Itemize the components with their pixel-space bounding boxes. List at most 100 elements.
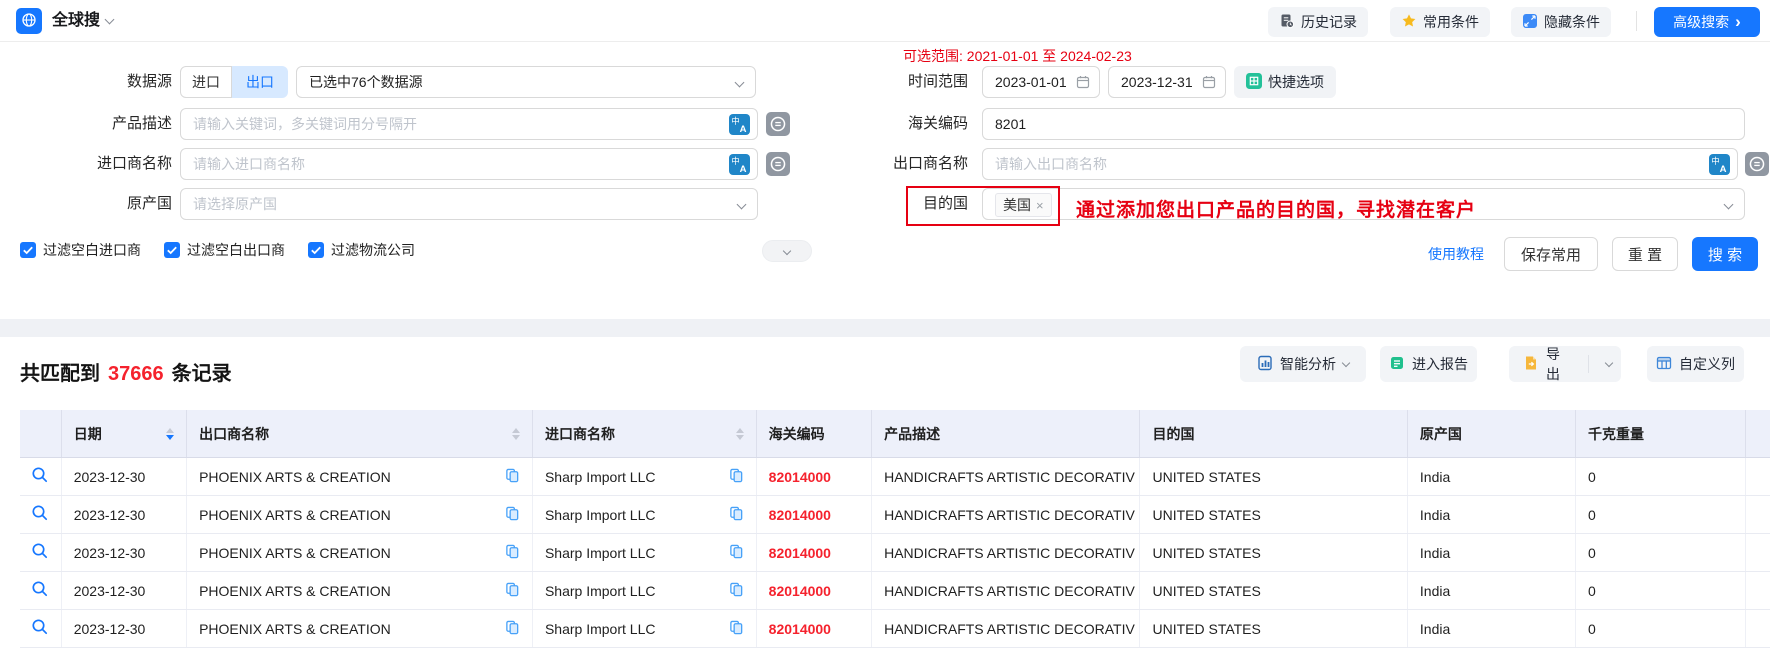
sort-icon[interactable] xyxy=(512,428,520,440)
result-count: 共匹配到37666条记录 xyxy=(20,357,232,386)
smart-analysis-label: 智能分析 xyxy=(1280,354,1336,374)
copy-icon[interactable] xyxy=(729,582,744,600)
importer-name[interactable]: Sharp Import LLC xyxy=(545,621,656,637)
end-date-input[interactable]: 2023-12-31 xyxy=(1108,66,1226,98)
button-divider xyxy=(1588,355,1589,373)
exporter-name[interactable]: PHOENIX ARTS & CREATION xyxy=(199,507,391,523)
advanced-search-button[interactable]: 高级搜索 › xyxy=(1654,7,1760,37)
header-label: 海关编码 xyxy=(769,424,825,444)
importer-name[interactable]: Sharp Import LLC xyxy=(545,507,656,523)
page: 全球搜 历史记录 常用条件 隐藏条件 高级搜索 › 可选范围: 2021-01-… xyxy=(0,0,1770,648)
translate-icon[interactable]: 中A xyxy=(729,114,750,138)
chevron-down-icon xyxy=(1724,200,1734,210)
quick-options-button[interactable]: 快捷选项 xyxy=(1234,66,1336,98)
product-desc-input[interactable] xyxy=(181,109,757,139)
exporter-name[interactable]: PHOENIX ARTS & CREATION xyxy=(199,621,391,637)
destination-cell: UNITED STATES xyxy=(1140,458,1407,495)
header-importer[interactable]: 进口商名称 xyxy=(533,410,757,457)
filter-blank-exporter-checkbox[interactable]: 过滤空白出口商 xyxy=(164,240,285,260)
magnifier-icon[interactable] xyxy=(31,466,49,487)
hs-code-cell[interactable]: 82014000 xyxy=(757,610,872,647)
smart-analysis-button[interactable]: 智能分析 xyxy=(1240,346,1366,382)
copy-icon[interactable] xyxy=(729,506,744,524)
hs-code-cell[interactable]: 82014000 xyxy=(757,572,872,609)
copy-icon[interactable] xyxy=(729,620,744,638)
import-tab[interactable]: 进口 xyxy=(180,66,232,98)
count-prefix: 共匹配到 xyxy=(20,363,100,385)
svg-text:A: A xyxy=(740,124,747,135)
copy-icon[interactable] xyxy=(505,468,520,486)
history-button[interactable]: 历史记录 xyxy=(1268,7,1368,37)
date-cell: 2023-12-30 xyxy=(62,572,187,609)
search-form: 可选范围: 2021-01-01 至 2024-02-23 数据源 进口 出口 … xyxy=(0,43,1770,319)
magnifier-icon[interactable] xyxy=(31,504,49,525)
quick-options-label: 快捷选项 xyxy=(1268,72,1324,92)
origin-country-select[interactable]: 请选择原产国 xyxy=(180,188,758,220)
hs-code-cell[interactable]: 82014000 xyxy=(757,496,872,533)
export-button[interactable]: 导出 xyxy=(1509,346,1581,382)
magnifier-icon[interactable] xyxy=(31,542,49,563)
importer-name[interactable]: Sharp Import LLC xyxy=(545,583,656,599)
calendar-icon[interactable] xyxy=(1076,75,1090,92)
favorites-button[interactable]: 常用条件 xyxy=(1390,7,1490,37)
enter-report-button[interactable]: 进入报告 xyxy=(1380,346,1477,382)
hs-code-cell[interactable]: 82014000 xyxy=(757,534,872,571)
exporter-input[interactable] xyxy=(983,149,1737,179)
exporter-name[interactable]: PHOENIX ARTS & CREATION xyxy=(199,469,391,485)
copy-icon[interactable] xyxy=(505,506,520,524)
custom-columns-button[interactable]: 自定义列 xyxy=(1647,346,1744,382)
collapse-form-button[interactable] xyxy=(762,240,812,262)
start-date-input[interactable]: 2023-01-01 xyxy=(982,66,1100,98)
sort-icon[interactable] xyxy=(736,428,744,440)
exporter-name[interactable]: PHOENIX ARTS & CREATION xyxy=(199,545,391,561)
exporter-cell: PHOENIX ARTS & CREATION xyxy=(187,496,533,533)
importer-name[interactable]: Sharp Import LLC xyxy=(545,545,656,561)
svg-text:A: A xyxy=(740,164,747,175)
enter-report-label: 进入报告 xyxy=(1412,354,1468,374)
destination-cell: UNITED STATES xyxy=(1140,610,1407,647)
header-date[interactable]: 日期 xyxy=(62,410,187,457)
app-switcher-chevron-down-icon[interactable] xyxy=(105,15,115,25)
filter-logistics-checkbox[interactable]: 过滤物流公司 xyxy=(308,240,415,260)
header-cutoff-column xyxy=(1746,410,1770,457)
copy-icon[interactable] xyxy=(505,544,520,562)
sort-icon[interactable] xyxy=(166,428,174,440)
exporter-name[interactable]: PHOENIX ARTS & CREATION xyxy=(199,583,391,599)
chevron-down-icon xyxy=(1604,358,1612,366)
importer-input[interactable] xyxy=(181,149,757,179)
hs-code-input[interactable] xyxy=(983,109,1744,139)
export-dropdown-button[interactable] xyxy=(1596,346,1621,382)
tag-close-icon[interactable]: × xyxy=(1036,198,1044,213)
weight-cell: 0 xyxy=(1576,572,1746,609)
hide-conditions-button[interactable]: 隐藏条件 xyxy=(1511,7,1611,37)
tutorial-link[interactable]: 使用教程 xyxy=(1428,244,1484,264)
cutoff-cell xyxy=(1746,458,1770,495)
data-source-select[interactable]: 已选中76个数据源 xyxy=(296,66,756,98)
magnifier-icon[interactable] xyxy=(31,580,49,601)
product-cell: HANDICRAFTS ARTISTIC DECORATIV xyxy=(872,572,1140,609)
calendar-icon[interactable] xyxy=(1202,75,1216,92)
export-tab[interactable]: 出口 xyxy=(232,66,288,98)
translate-icon[interactable]: 中A xyxy=(1709,154,1730,178)
exact-match-icon[interactable] xyxy=(1745,152,1769,176)
translate-icon[interactable]: 中A xyxy=(729,154,750,178)
date-cell: 2023-12-30 xyxy=(62,458,187,495)
search-button[interactable]: 搜 索 xyxy=(1692,237,1758,271)
save-conditions-button[interactable]: 保存常用 xyxy=(1504,237,1598,271)
copy-icon[interactable] xyxy=(505,620,520,638)
reset-button[interactable]: 重 置 xyxy=(1612,237,1678,271)
importer-name[interactable]: Sharp Import LLC xyxy=(545,469,656,485)
results-table: 日期 出口商名称 进口商名称 海关编码 产品描述 目的国 原产国 千克重量 xyxy=(20,410,1770,648)
exact-match-icon[interactable] xyxy=(766,112,790,136)
svg-text:A: A xyxy=(1720,164,1727,175)
exporter-label: 出口商名称 xyxy=(850,148,968,180)
header-exporter[interactable]: 出口商名称 xyxy=(187,410,533,457)
copy-icon[interactable] xyxy=(729,544,744,562)
magnifier-icon[interactable] xyxy=(31,618,49,639)
product-cell: HANDICRAFTS ARTISTIC DECORATIV xyxy=(872,534,1140,571)
filter-blank-importer-checkbox[interactable]: 过滤空白进口商 xyxy=(20,240,141,260)
copy-icon[interactable] xyxy=(729,468,744,486)
hs-code-cell[interactable]: 82014000 xyxy=(757,458,872,495)
copy-icon[interactable] xyxy=(505,582,520,600)
exact-match-icon[interactable] xyxy=(766,152,790,176)
